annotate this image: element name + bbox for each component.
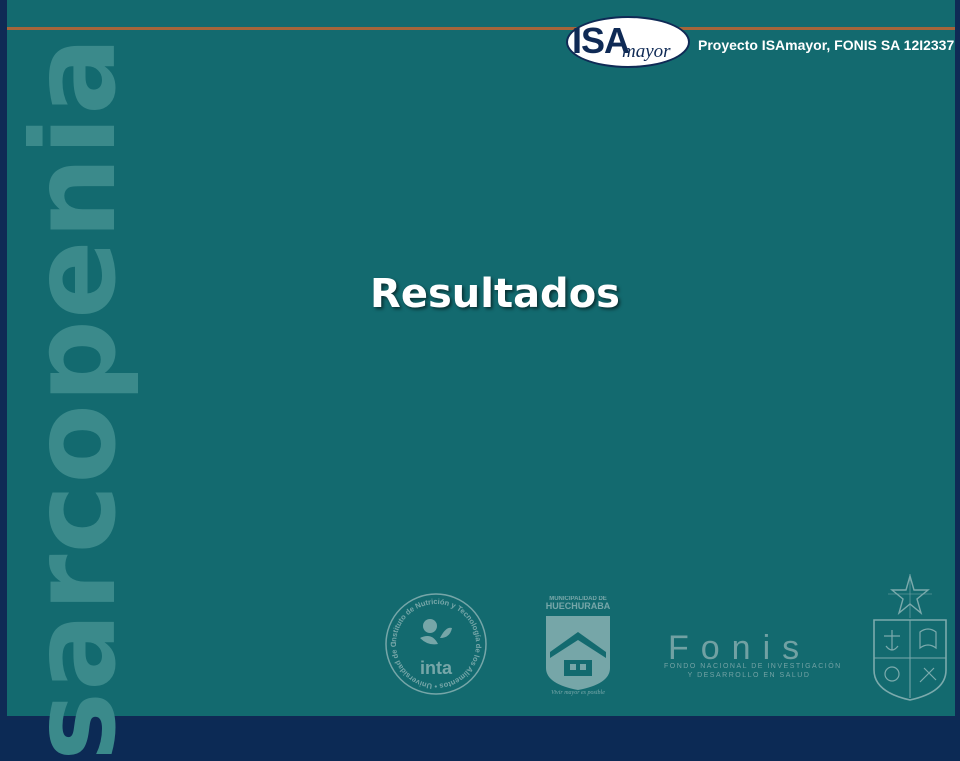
inta-seal-icon: Instituto de Nutrición y Tecnología de l… [374,575,487,695]
fonis-line2: Y DESARROLLO EN SALUD [687,672,811,679]
inta-label: inta [420,658,453,678]
huechuraba-tagline: Vivir mayor es posible [551,690,605,696]
isamayor-logo: ISA mayor [566,16,694,72]
huechuraba-name: HUECHURABA [545,601,611,611]
logo-suffix-text: mayor [622,41,671,62]
huechuraba-logo: MUNICIPALIDAD DE HUECHURABA Vivir mayor … [540,596,616,700]
huechuraba-top-text: MUNICIPALIDAD DE HUECHURABA [540,596,616,612]
top-accent-rule [7,27,955,30]
project-title: Proyecto ISAmayor, FONIS SA 12I2337 [698,37,955,53]
vertical-watermark-word: sarcopenia [7,35,142,761]
fonis-line1: FONDO NACIONAL DE INVESTIGACIÓN [664,663,842,670]
uchile-crest-icon [873,573,947,701]
universidad-de-chile-emblem [864,573,956,702]
slide-title: Resultados [370,271,620,317]
inta-logo: Instituto de Nutrición y Tecnología de l… [374,575,496,702]
huechuraba-shield-icon [546,616,610,690]
fonis-word: Fonis [668,629,812,667]
fonis-logo: Fonis FONDO NACIONAL DE INVESTIGACIÓN Y … [664,629,842,680]
logo-main-text: ISA [572,20,630,61]
